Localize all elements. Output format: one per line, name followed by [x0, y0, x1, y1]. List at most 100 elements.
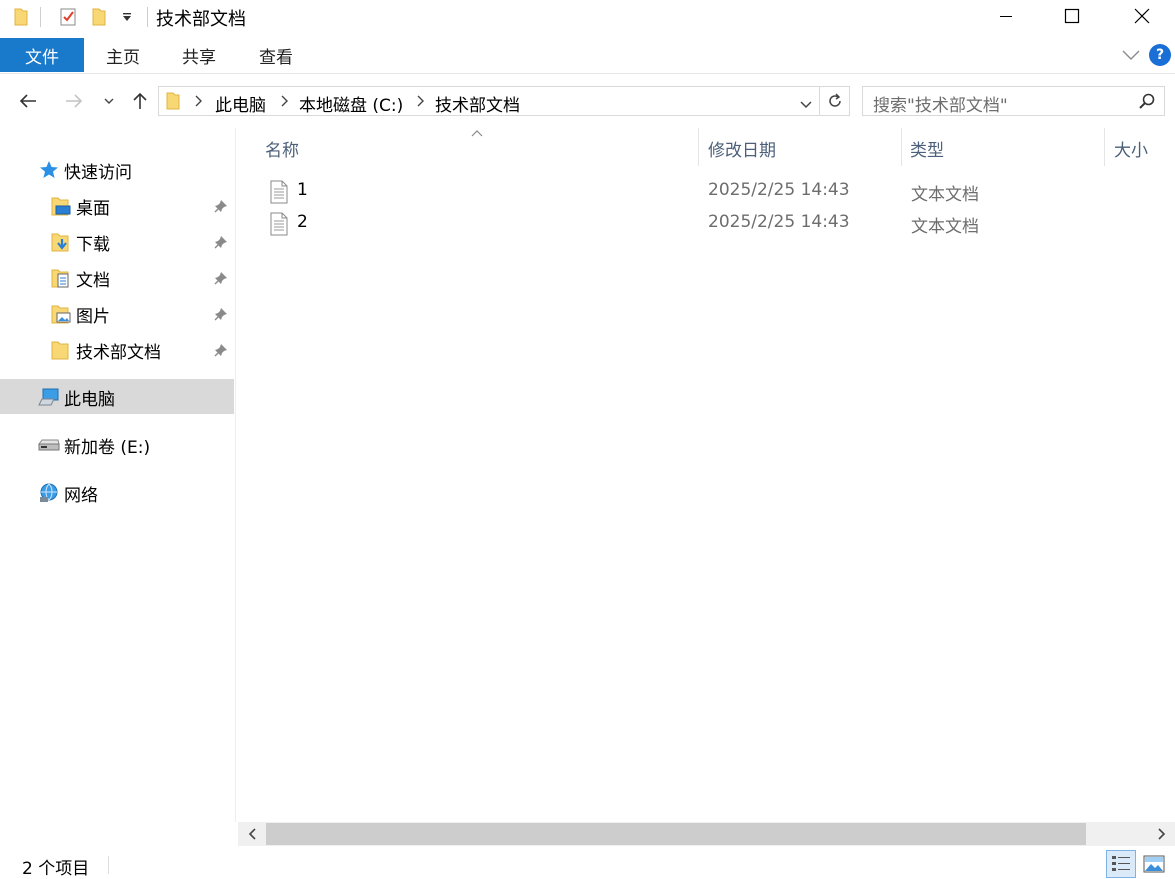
details-view-button[interactable]	[1106, 850, 1136, 878]
tab-file[interactable]: 文件	[0, 38, 84, 72]
file-modified: 2025/2/25 14:43	[708, 180, 850, 200]
text-file-icon	[270, 212, 288, 241]
sidebar-item-this-pc[interactable]: 此电脑	[38, 380, 115, 414]
search-icon[interactable]	[1138, 92, 1156, 115]
sidebar-item-label: 技术部文档	[76, 342, 161, 363]
large-icons-view-icon	[1143, 855, 1165, 873]
breadcrumb-local-disk[interactable]: 本地磁盘 (C:)	[299, 91, 403, 116]
file-type: 文本文档	[911, 217, 979, 237]
forward-button[interactable]	[60, 88, 88, 114]
customize-toolbar-icon[interactable]	[116, 6, 138, 28]
chevron-right-icon[interactable]	[279, 93, 289, 113]
properties-icon[interactable]	[56, 6, 80, 28]
selection-highlight	[0, 379, 234, 414]
refresh-icon	[828, 93, 841, 107]
chevron-right-icon	[1158, 828, 1166, 840]
sidebar-item-desktop[interactable]: 桌面	[50, 189, 110, 223]
sidebar-item-label: 此电脑	[64, 389, 115, 410]
address-bar[interactable]: 此电脑 本地磁盘 (C:) 技术部文档	[158, 86, 820, 116]
horizontal-scrollbar[interactable]	[238, 822, 1175, 846]
sidebar-item-label: 桌面	[76, 198, 110, 219]
download-folder-icon	[50, 231, 72, 253]
text-file-icon	[270, 180, 288, 209]
chevron-down-icon	[800, 101, 812, 109]
sort-ascending-icon	[470, 122, 484, 142]
search-box[interactable]: 搜索"技术部文档"	[862, 86, 1165, 116]
file-name: 2	[297, 212, 308, 232]
sidebar-item-label: 新加卷 (E:)	[64, 437, 151, 458]
title-bar: 技术部文档	[0, 0, 1175, 36]
column-header-modified[interactable]: 修改日期	[708, 136, 776, 161]
minimize-icon	[1000, 16, 1012, 17]
maximize-button[interactable]	[1049, 0, 1095, 32]
desktop-folder-icon	[50, 195, 72, 217]
scroll-right-button[interactable]	[1152, 825, 1172, 843]
sidebar-item-downloads[interactable]: 下载	[50, 225, 110, 259]
sidebar-item-label: 网络	[64, 485, 98, 506]
scroll-left-button[interactable]	[242, 825, 262, 843]
file-modified: 2025/2/25 14:43	[708, 212, 850, 232]
recent-locations-button[interactable]	[100, 88, 118, 114]
chevron-right-icon[interactable]	[193, 93, 203, 113]
sidebar-item-tech-docs[interactable]: 技术部文档	[50, 333, 161, 367]
column-divider[interactable]	[698, 128, 699, 166]
arrow-left-icon	[19, 94, 36, 108]
column-divider[interactable]	[1104, 128, 1105, 166]
expand-ribbon-button[interactable]	[1121, 47, 1141, 67]
folder-icon	[165, 91, 181, 116]
large-icons-view-button[interactable]	[1139, 850, 1169, 878]
sidebar-item-network[interactable]: 网络	[38, 476, 98, 510]
pin-icon[interactable]	[212, 341, 230, 359]
arrow-right-icon	[66, 94, 83, 108]
drive-icon	[38, 434, 60, 456]
computer-icon	[38, 386, 60, 408]
pin-icon[interactable]	[212, 197, 230, 215]
minimize-button[interactable]	[983, 0, 1029, 32]
pin-icon[interactable]	[212, 269, 230, 287]
folder-icon	[50, 339, 72, 361]
details-view-icon	[1112, 856, 1130, 871]
sidebar-item-label: 下载	[76, 234, 110, 255]
sidebar-item-drive-e[interactable]: 新加卷 (E:)	[38, 428, 150, 462]
pin-icon[interactable]	[212, 305, 230, 323]
pictures-folder-icon	[50, 303, 72, 325]
chevron-down-icon	[1122, 50, 1140, 60]
sidebar-item-label: 图片	[76, 306, 110, 327]
tab-share[interactable]: 共享	[172, 38, 226, 72]
tab-view[interactable]: 查看	[249, 38, 303, 72]
scrollbar-thumb[interactable]	[266, 823, 1086, 845]
new-folder-icon[interactable]	[88, 6, 110, 28]
sidebar-item-quick-access[interactable]: 快速访问	[38, 153, 132, 187]
item-count: 2 个项目	[22, 859, 90, 879]
divider	[147, 7, 148, 27]
divider	[108, 856, 109, 874]
divider	[40, 7, 41, 27]
close-button[interactable]	[1119, 0, 1165, 32]
network-icon	[38, 482, 60, 504]
tab-home[interactable]: 主页	[96, 38, 150, 72]
address-dropdown-button[interactable]	[799, 95, 813, 115]
window-title: 技术部文档	[156, 9, 246, 30]
sidebar-item-pictures[interactable]: 图片	[50, 297, 110, 331]
file-row[interactable]: 2 2025/2/25 14:43 文本文档	[262, 209, 1162, 239]
star-icon	[38, 159, 60, 181]
sidebar-item-label: 文档	[76, 270, 110, 291]
chevron-left-icon	[248, 828, 256, 840]
breadcrumb-current-folder[interactable]: 技术部文档	[435, 91, 520, 116]
up-button[interactable]	[126, 88, 154, 114]
column-header-type[interactable]: 类型	[910, 136, 944, 161]
breadcrumb-this-pc[interactable]: 此电脑	[215, 91, 266, 116]
column-divider[interactable]	[901, 128, 902, 166]
file-row[interactable]: 1 2025/2/25 14:43 文本文档	[262, 177, 1162, 207]
refresh-button[interactable]	[820, 86, 850, 116]
arrow-up-icon	[133, 92, 147, 109]
column-header-name[interactable]: 名称	[265, 136, 299, 161]
back-button[interactable]	[14, 88, 42, 114]
file-type: 文本文档	[911, 185, 979, 205]
sidebar-item-documents[interactable]: 文档	[50, 261, 110, 295]
column-header-size[interactable]: 大小	[1114, 136, 1148, 161]
pin-icon[interactable]	[212, 233, 230, 251]
chevron-right-icon[interactable]	[415, 93, 425, 113]
help-button[interactable]: ?	[1149, 44, 1171, 66]
search-input[interactable]: 搜索"技术部文档"	[873, 91, 1008, 116]
